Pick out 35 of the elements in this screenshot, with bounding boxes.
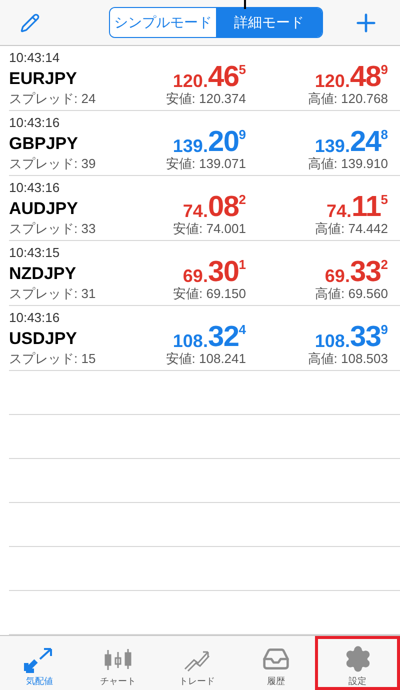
quote-time: 10:43:16 — [9, 310, 61, 326]
tab-bar-item[interactable]: 気配値 — [0, 636, 79, 690]
high-price: 高値: 120.768 — [306, 90, 388, 106]
arrows-icon — [24, 647, 54, 673]
symbol: NZDJPY — [9, 262, 76, 284]
quote-time: 10:43:15 — [9, 244, 61, 260]
spread-text: スプレッド: 31 — [9, 284, 96, 302]
low-price: 安値: 120.374 — [164, 90, 246, 106]
quote-time: 10:43:16 — [9, 180, 61, 196]
low-price: 安値: 139.071 — [164, 154, 246, 172]
spread-text: スプレッド: 24 — [9, 90, 96, 106]
high-price: 高値: 139.910 — [306, 154, 388, 172]
high-price: 高値: 69.560 — [314, 284, 388, 302]
low-price: 安値: 108.241 — [164, 350, 246, 366]
symbol: USDJPY — [9, 328, 78, 350]
low-price: 安値: 74.001 — [172, 220, 246, 236]
mode-tab[interactable]: 詳細モード — [216, 8, 322, 37]
symbol: AUDJPY — [9, 198, 78, 220]
tab-bar-item[interactable]: チャート — [78, 636, 158, 690]
pencil-icon — [20, 12, 40, 32]
quote-time: 10:43:14 — [9, 50, 61, 66]
tab-bar-item[interactable]: 履歴 — [236, 636, 316, 690]
spread-text: スプレッド: 15 — [9, 350, 96, 366]
high-price: 高値: 74.442 — [314, 220, 388, 236]
high-price: 高値: 108.503 — [306, 350, 388, 366]
candlestick-icon — [103, 647, 134, 673]
spread-text: スプレッド: 33 — [9, 220, 96, 236]
low-price: 安値: 69.150 — [172, 284, 246, 302]
mode-tab[interactable]: シンプルモード — [110, 8, 216, 37]
tab-bar-item[interactable]: 設定 — [315, 636, 400, 690]
quote-time: 10:43:16 — [9, 114, 61, 130]
symbol: GBPJPY — [9, 132, 78, 154]
symbol: EURJPY — [9, 68, 78, 90]
tab-bar-item[interactable]: トレード — [158, 636, 236, 690]
spread-text: スプレッド: 39 — [9, 154, 96, 172]
